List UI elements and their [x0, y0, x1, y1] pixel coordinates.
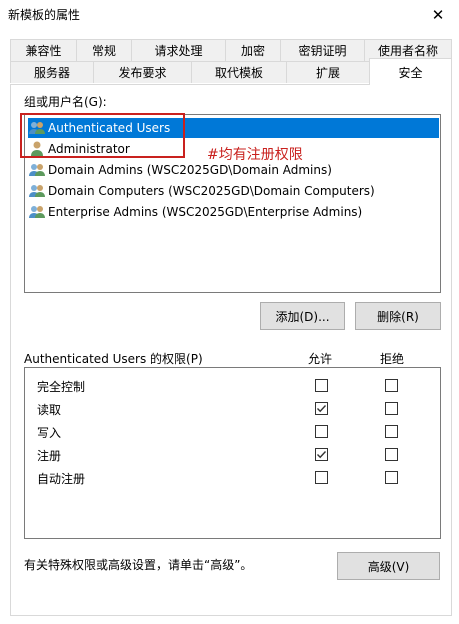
checkmark-icon: [317, 451, 327, 459]
group-icon: [29, 185, 45, 197]
remove-button[interactable]: 删除(R): [355, 302, 441, 330]
list-item-domain-computers[interactable]: Domain Computers (WSC2025GD\Domain Compu…: [28, 181, 375, 201]
tab-label: 加密: [240, 44, 265, 58]
tab-label: 取代模板: [214, 66, 263, 80]
tab-request-handling[interactable]: 请求处理: [131, 39, 226, 61]
permission-name: 写入: [37, 425, 62, 440]
permission-row: 注册: [37, 445, 61, 465]
tab-cryptography[interactable]: 加密: [225, 39, 281, 61]
deny-header: 拒绝: [380, 352, 405, 366]
permissions-header: Authenticated Users 的权限(P): [24, 352, 203, 366]
allow-header: 允许: [308, 352, 333, 366]
close-icon: ✕: [431, 6, 445, 24]
annotation-text: #均有注册权限: [207, 147, 303, 163]
add-button[interactable]: 添加(D)...: [260, 302, 345, 330]
window-title: 新模板的属性: [8, 8, 81, 22]
tab-label: 常规: [91, 44, 116, 58]
deny-checkbox-write[interactable]: [385, 425, 398, 438]
checkmark-icon: [317, 405, 327, 413]
tab-issuance-requirements[interactable]: 发布要求: [93, 61, 192, 83]
advanced-button[interactable]: 高级(V): [337, 552, 440, 580]
tab-label: 发布要求: [118, 66, 167, 80]
user-name: Domain Admins (WSC2025GD\Domain Admins): [48, 163, 332, 177]
allow-checkbox-read[interactable]: [315, 402, 328, 415]
group-icon: [29, 164, 45, 176]
list-item-enterprise-admins[interactable]: Enterprise Admins (WSC2025GD\Enterprise …: [28, 202, 362, 222]
permission-row: 完全控制: [37, 376, 85, 396]
group-user-label: 组或用户名(G):: [24, 95, 107, 109]
close-button[interactable]: ✕: [417, 0, 459, 30]
tab-label: 密钥证明: [298, 44, 347, 58]
title-bar: 新模板的属性 ✕: [0, 0, 459, 30]
advanced-hint: 有关特殊权限或高级设置，请单击“高级”。: [24, 558, 253, 572]
permission-name: 自动注册: [37, 471, 86, 486]
permission-name: 读取: [37, 402, 62, 417]
permissions-list: 完全控制 读取 写入 注册 自动注册: [24, 367, 441, 539]
tab-security[interactable]: 安全: [369, 58, 452, 85]
tab-general[interactable]: 常规: [76, 39, 132, 61]
group-icon: [29, 206, 45, 218]
deny-checkbox-autoenroll[interactable]: [385, 471, 398, 484]
deny-checkbox-enroll[interactable]: [385, 448, 398, 461]
user-name: Domain Computers (WSC2025GD\Domain Compu…: [48, 184, 375, 198]
tab-label: 安全: [398, 65, 423, 80]
tab-label: 使用者名称: [377, 44, 438, 58]
permission-name: 完全控制: [37, 379, 86, 394]
allow-checkbox-write[interactable]: [315, 425, 328, 438]
tab-server[interactable]: 服务器: [10, 61, 94, 83]
deny-checkbox-full-control[interactable]: [385, 379, 398, 392]
tab-key-attestation[interactable]: 密钥证明: [280, 39, 365, 61]
permission-name: 注册: [37, 448, 62, 463]
permission-row: 写入: [37, 422, 61, 442]
allow-checkbox-enroll[interactable]: [315, 448, 328, 461]
allow-checkbox-autoenroll[interactable]: [315, 471, 328, 484]
tab-compatibility[interactable]: 兼容性: [10, 39, 77, 61]
permission-row: 读取: [37, 399, 61, 419]
annotation-box: [20, 113, 185, 158]
tab-extensions[interactable]: 扩展: [286, 61, 370, 83]
tab-label: 请求处理: [154, 44, 203, 58]
deny-checkbox-read[interactable]: [385, 402, 398, 415]
allow-checkbox-full-control[interactable]: [315, 379, 328, 392]
permission-row: 自动注册: [37, 468, 85, 488]
user-name: Enterprise Admins (WSC2025GD\Enterprise …: [48, 205, 363, 219]
tab-label: 扩展: [315, 66, 340, 80]
tab-label: 兼容性: [25, 44, 62, 58]
tab-label: 服务器: [33, 66, 70, 80]
tab-superseded-templates[interactable]: 取代模板: [191, 61, 287, 83]
